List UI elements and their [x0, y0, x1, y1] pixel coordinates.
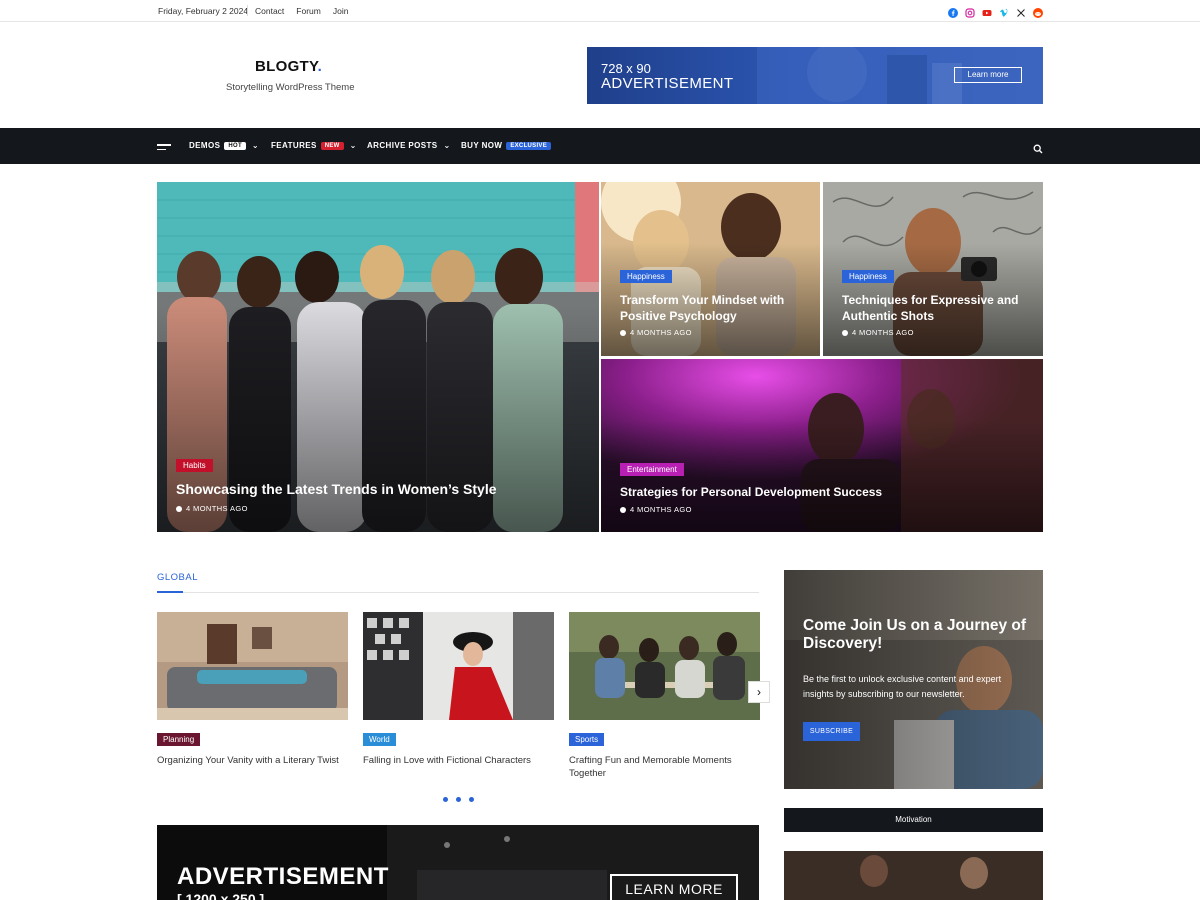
post-title[interactable]: Strategies for Personal Development Succ…	[620, 484, 1020, 500]
nav-item-buy-now[interactable]: BUY NOW EXCLUSIVE	[461, 141, 552, 150]
clock-icon	[620, 506, 626, 513]
main-navigation: DEMOS HOT ⌄ FEATURES NEW ⌄ ARCHIVE POSTS…	[0, 128, 1200, 164]
social-links	[948, 5, 1043, 18]
section-divider-accent	[157, 591, 183, 593]
menu-icon[interactable]	[157, 144, 171, 151]
post-time: 4 MONTHS AGO	[176, 504, 248, 513]
newsletter-widget: Come Join Us on a Journey of Discovery! …	[784, 570, 1043, 789]
new-badge: NEW	[320, 141, 344, 150]
newsletter-title: Come Join Us on a Journey of Discovery!	[803, 617, 1027, 652]
post-time: 4 MONTHS AGO	[842, 328, 914, 337]
reddit-icon[interactable]	[1033, 5, 1043, 18]
contact-link[interactable]: Contact	[255, 6, 284, 16]
vimeo-icon[interactable]	[999, 5, 1009, 17]
carousel-next-button[interactable]: ›	[748, 681, 770, 703]
ad-label: ADVERTISEMENT	[601, 75, 734, 92]
category-badge[interactable]: Sports	[569, 733, 605, 746]
carousel-dot[interactable]	[443, 797, 448, 802]
chevron-down-icon: ⌄	[349, 141, 357, 150]
category-badge[interactable]: World	[363, 733, 396, 746]
category-badge[interactable]: Entertainment	[620, 463, 684, 476]
search-icon[interactable]	[1033, 141, 1043, 154]
hero-post-top-left[interactable]: Happiness Transform Your Mindset with Po…	[601, 182, 820, 356]
newsletter-description: Be the first to unlock exclusive content…	[803, 674, 1002, 699]
divider	[247, 5, 248, 16]
sidebar-post-image[interactable]	[784, 851, 1043, 900]
card-title[interactable]: Falling in Love with Fictional Character…	[363, 754, 553, 767]
sidebar-post-image-art	[784, 851, 1043, 900]
card-title[interactable]: Crafting Fun and Memorable Moments Toget…	[569, 754, 744, 780]
hero-post-bottom[interactable]: Entertainment Strategies for Personal De…	[601, 359, 1043, 532]
card-image-2[interactable]	[363, 612, 554, 720]
subscribe-button[interactable]: SUBSCRIBE	[803, 722, 860, 741]
hero-post-main[interactable]: Habits Showcasing the Latest Trends in W…	[157, 182, 599, 532]
section-divider	[157, 592, 759, 593]
card-image-1[interactable]	[157, 612, 348, 720]
site-logo[interactable]: BLOGTY.	[255, 58, 322, 75]
card-image-2-art	[363, 612, 554, 720]
top-links: Contact Forum Join	[255, 6, 348, 16]
category-badge[interactable]: Habits	[176, 459, 213, 472]
card-image-3[interactable]	[569, 612, 760, 720]
category-motivation-button[interactable]: Motivation	[784, 808, 1043, 832]
exclusive-badge: EXCLUSIVE	[506, 141, 552, 150]
clock-icon	[176, 505, 182, 512]
clock-icon	[620, 329, 626, 336]
card-title[interactable]: Organizing Your Vanity with a Literary T…	[157, 754, 347, 767]
post-time: 4 MONTHS AGO	[620, 505, 692, 514]
current-date: Friday, February 2 2024	[158, 6, 249, 16]
hero-post-top-right[interactable]: Happiness Techniques for Expressive and …	[823, 182, 1043, 356]
section-title-global: GLOBAL	[157, 572, 199, 583]
carousel-dot[interactable]	[456, 797, 461, 802]
instagram-icon[interactable]	[965, 5, 975, 18]
ad-size: [ 1200 x 250 ]	[177, 891, 265, 900]
ad-title: ADVERTISEMENT	[177, 863, 389, 890]
carousel-dot[interactable]	[469, 797, 474, 802]
category-badge[interactable]: Happiness	[842, 270, 894, 283]
forum-link[interactable]: Forum	[296, 6, 321, 16]
chevron-down-icon: ⌄	[443, 141, 451, 150]
hot-badge: HOT	[224, 141, 246, 150]
learn-more-button[interactable]: Learn more	[954, 67, 1022, 83]
card-image-1-art	[157, 612, 348, 720]
category-badge[interactable]: Planning	[157, 733, 201, 746]
learn-more-button[interactable]: LEARN MORE	[610, 874, 738, 900]
post-title[interactable]: Techniques for Expressive and Authentic …	[842, 292, 1032, 324]
top-bar: Friday, February 2 2024 Contact Forum Jo…	[0, 0, 1200, 22]
chevron-down-icon: ⌄	[251, 141, 260, 150]
header-advertisement[interactable]: 728 x 90 ADVERTISEMENT Learn more	[587, 47, 1043, 104]
youtube-icon[interactable]	[982, 5, 992, 16]
facebook-icon[interactable]	[948, 5, 958, 18]
post-title[interactable]: Showcasing the Latest Trends in Women’s …	[176, 481, 576, 497]
ad-size: 728 x 90	[601, 61, 651, 76]
bottom-advertisement[interactable]: ADVERTISEMENT [ 1200 x 250 ] LEARN MORE	[157, 825, 759, 900]
nav-item-demos[interactable]: DEMOS HOT ⌄	[189, 141, 259, 150]
post-title[interactable]: Transform Your Mindset with Positive Psy…	[620, 292, 810, 324]
category-badge[interactable]: Happiness	[620, 270, 672, 283]
site-tagline: Storytelling WordPress Theme	[226, 82, 355, 93]
join-link[interactable]: Join	[333, 6, 349, 16]
clock-icon	[842, 329, 848, 336]
nav-item-archive-posts[interactable]: ARCHIVE POSTS ⌄	[367, 141, 451, 150]
card-image-3-art	[569, 612, 760, 720]
x-icon[interactable]	[1016, 5, 1026, 17]
carousel-pagination	[443, 797, 474, 802]
post-time: 4 MONTHS AGO	[620, 328, 692, 337]
nav-item-features[interactable]: FEATURES NEW ⌄	[271, 141, 357, 150]
